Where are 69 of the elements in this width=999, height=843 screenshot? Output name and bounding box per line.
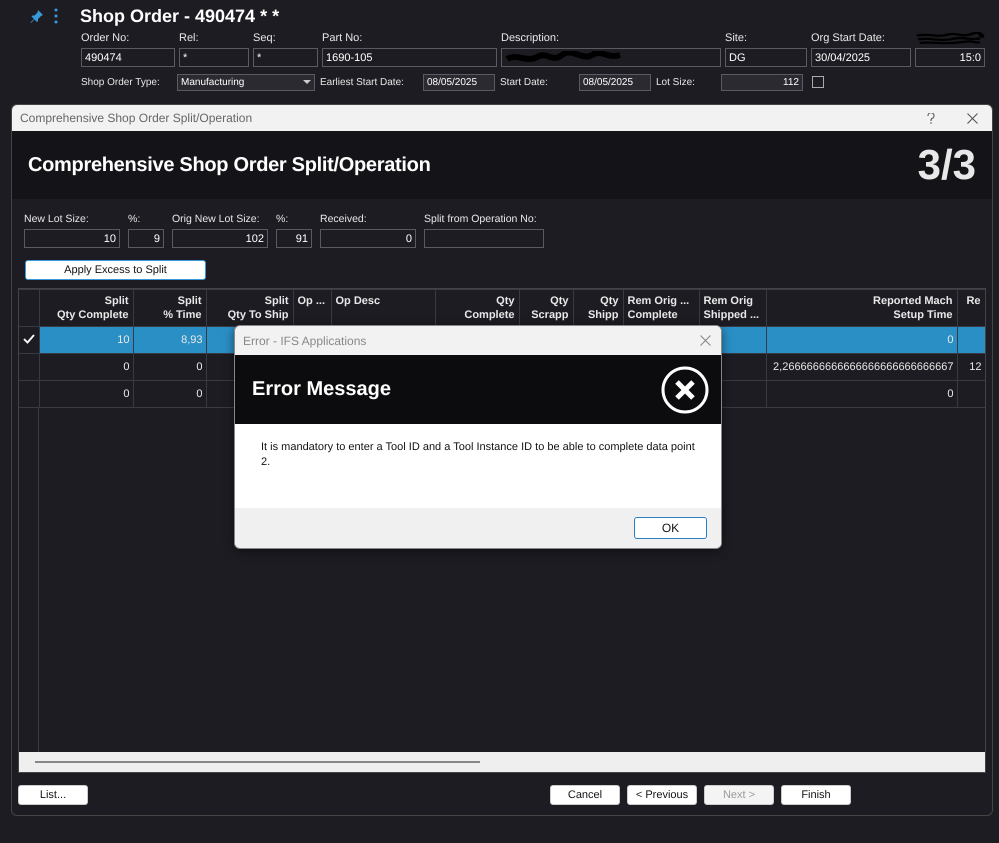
table-cell: 0 [39,380,133,408]
field-label: Orig New Lot Size: [172,213,261,227]
more-options-icon[interactable] [54,8,58,24]
column-header[interactable]: Reported Mach Setup Time [766,290,957,326]
wizard-button[interactable]: Cancel [550,785,620,805]
wizard-button[interactable]: Finish [781,785,851,805]
input-field[interactable]: 08/05/2025 [423,74,495,90]
redaction-scribble [915,32,985,46]
ok-button[interactable]: OK [634,517,707,539]
check-icon [22,334,35,344]
field-label: Seq: [253,32,277,46]
close-icon[interactable] [967,112,978,124]
input-field[interactable]: 0 [320,229,416,248]
date-field[interactable]: 15:0 [915,48,985,67]
wizard-button[interactable]: < Previous [627,785,697,805]
field-label: Org Start Date: [811,32,886,46]
dropdown-field[interactable]: Manufacturing [177,74,315,90]
row-selector[interactable] [19,326,39,354]
input-field[interactable]: 1690-105 [322,48,497,67]
table-cell: 0 [133,354,206,380]
input-field[interactable] [424,229,544,248]
field-label: Order No: [81,32,130,46]
input-field[interactable]: 102 [172,229,268,248]
input-field[interactable]: * [179,48,249,67]
window-title: Comprehensive Shop Order Split/Operation [20,111,252,125]
field-label: Lot Size: [656,76,696,88]
pin-icon[interactable] [30,9,44,23]
input-field[interactable]: 112 [721,74,803,90]
error-heading: Error Message [252,378,391,401]
error-message: It is mandatory to enter a Tool ID and a Tool Instance ID to be able to complete data point 2. [261,440,695,470]
field-label: Received: [320,213,368,227]
field-label: Start Date: [500,76,549,88]
field-label: New Lot Size: [24,213,90,227]
field-label: %: [276,213,290,227]
input-field[interactable]: 91 [276,229,312,248]
checkbox[interactable] [812,76,824,88]
field-label: Description: [501,32,560,46]
table-cell: 0 [766,380,957,408]
input-field[interactable]: 9 [128,229,164,248]
description-field[interactable] [501,48,721,67]
step-counter: 3/3 [918,141,976,189]
list-button[interactable]: List... [18,785,88,805]
horizontal-scrollbar[interactable] [19,752,985,772]
wizard-heading: Comprehensive Shop Order Split/Operation [28,154,431,176]
table-cell: 0 [766,326,957,354]
page-title: Shop Order - 490474 * * [80,6,280,26]
field-label: Shop Order Type: [81,76,161,88]
input-field[interactable]: 490474 [81,48,175,67]
table-cell: 2,2666666666666666666666666667 [766,354,957,380]
input-field[interactable]: * [253,48,318,67]
table-cell: 10 [39,326,133,354]
close-icon[interactable] [700,335,711,346]
field-label: Split from Operation No: [424,213,538,227]
error-icon [661,366,709,414]
table-cell: 0 [39,354,133,380]
table-cell: 8,93 [133,326,206,354]
input-field[interactable]: DG [725,48,807,67]
field-label: Rel: [179,32,200,46]
input-field[interactable]: 10 [24,229,120,248]
window-title: Error - IFS Applications [243,334,366,348]
field-label: Part No: [322,32,364,46]
field-label: %: [128,213,142,227]
help-icon[interactable] [927,112,935,124]
table-cell: 0 [133,380,206,408]
input-field[interactable]: 30/04/2025 [811,48,911,67]
input-field[interactable]: 08/05/2025 [579,74,651,90]
field-label: Earliest Start Date: [320,76,405,88]
apply-excess-button[interactable]: Apply Excess to Split [25,260,206,280]
field-label: Site: [725,32,748,46]
